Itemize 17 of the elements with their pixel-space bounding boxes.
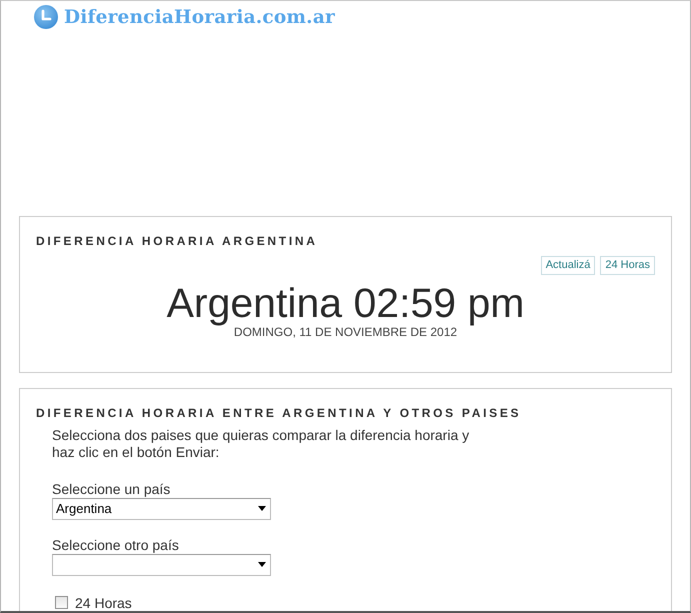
country-dropdown[interactable] bbox=[52, 554, 271, 576]
instructions-text: Selecciona dos paises que quieras comparar la diferencia horaria y haz clic en el botón Enviar: bbox=[52, 426, 470, 461]
country-dropdown[interactable]: Argentina bbox=[52, 498, 271, 520]
site-logo[interactable]: DiferenciaHoraria.com.ar bbox=[64, 6, 335, 28]
refresh-button[interactable]: Actualizá bbox=[540, 256, 596, 275]
field-label: Seleccione un país bbox=[52, 480, 170, 497]
caret-icon bbox=[258, 562, 266, 568]
card-title: DIFERENCIA HORARIA ENTRE ARGENTINA Y OTROS PAISES bbox=[36, 406, 522, 420]
current-time: Argentina 02:59 pm bbox=[166, 280, 524, 325]
checkbox[interactable] bbox=[55, 596, 68, 610]
current-date: DOMINGO, 11 DE NOVIEMBRE DE 2012 bbox=[234, 324, 458, 339]
card-title: DIFERENCIA HORARIA ARGENTINA bbox=[36, 234, 319, 248]
caret-icon bbox=[258, 506, 266, 512]
checkbox-label: 24 Horas bbox=[75, 594, 132, 611]
field-label: Seleccione otro país bbox=[52, 536, 179, 553]
format-button[interactable]: 24 Horas bbox=[600, 256, 655, 275]
clock-icon bbox=[34, 5, 58, 30]
